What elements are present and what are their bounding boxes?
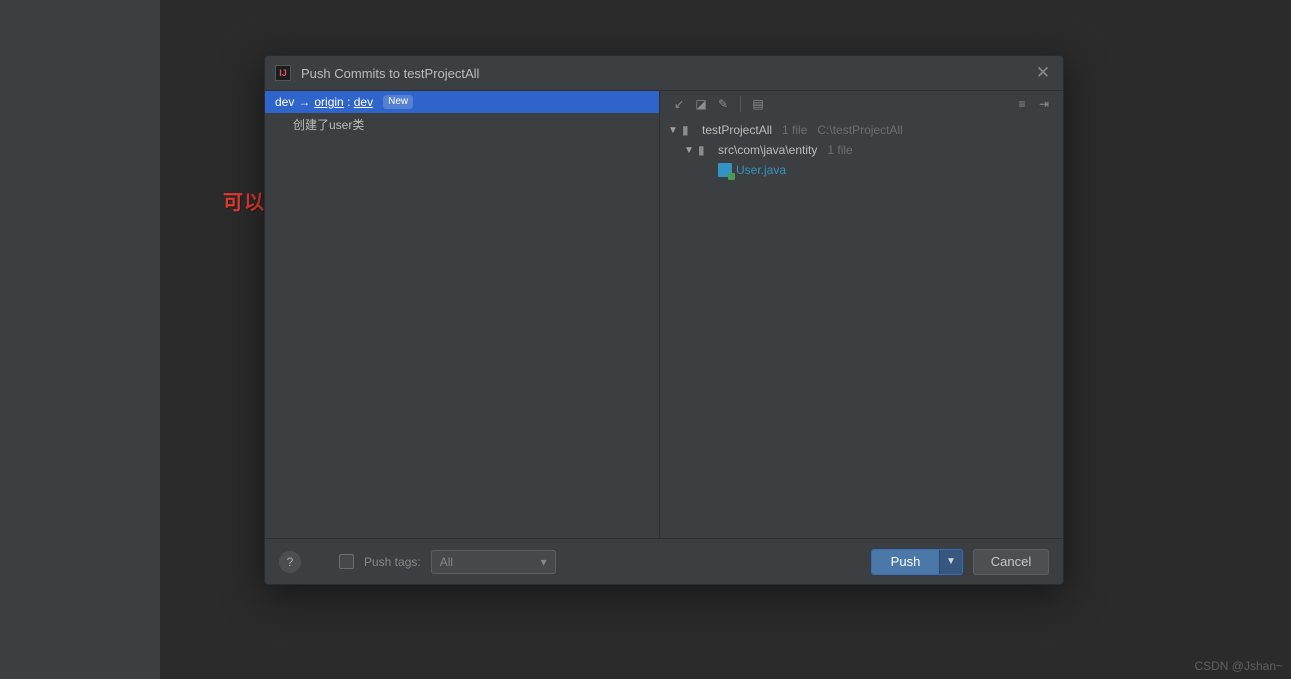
java-file-icon [718,163,732,177]
toolbar-btn-4[interactable]: ▤ [747,94,769,114]
root-file-count: 1 file [782,123,807,137]
target-branch-label[interactable]: dev [354,95,373,109]
intellij-icon: IJ [275,65,291,81]
ide-left-gutter [0,0,160,679]
chevron-down-icon[interactable] [668,125,678,136]
branch-selection-row[interactable]: dev → origin : dev New [265,91,659,113]
help-button[interactable]: ? [279,551,301,573]
push-tags-select[interactable]: All [431,550,556,574]
expand-all-icon[interactable]: ≡ [1011,94,1033,114]
push-button[interactable]: Push [872,550,940,574]
remote-label[interactable]: origin [314,95,343,109]
folder-icon: ▮ [682,123,698,137]
files-toolbar: ↙ ◪ ✎ ▤ ≡ ⇥ [660,91,1063,116]
files-pane: ↙ ◪ ✎ ▤ ≡ ⇥ ▮ testProjectAll 1 file C:\t… [660,91,1063,538]
toolbar-btn-1[interactable]: ↙ [668,94,690,114]
collapse-all-icon[interactable]: ⇥ [1033,94,1055,114]
dialog-title: Push Commits to testProjectAll [301,66,479,81]
package-name: src\com\java\entity [718,143,817,157]
push-dropdown-icon[interactable]: ▼ [940,550,962,574]
toolbar-btn-3[interactable]: ✎ [712,94,734,114]
push-tags-label: Push tags: [364,555,421,569]
arrow-icon: → [298,95,310,109]
commits-pane: dev → origin : dev New 创建了user类 [265,91,660,538]
chevron-down-icon[interactable] [684,145,694,156]
package-file-count: 1 file [827,143,852,157]
tree-package-row[interactable]: ▮ src\com\java\entity 1 file [668,140,1055,160]
tree-root-row[interactable]: ▮ testProjectAll 1 file C:\testProjectAl… [668,120,1055,140]
folder-icon: ▮ [698,143,714,157]
changed-files-tree: ▮ testProjectAll 1 file C:\testProjectAl… [660,116,1063,184]
new-branch-badge: New [383,95,413,109]
close-icon[interactable]: ✕ [1033,63,1053,83]
toolbar-btn-2[interactable]: ◪ [690,94,712,114]
cancel-button[interactable]: Cancel [973,549,1049,575]
commit-item[interactable]: 创建了user类 [265,113,659,136]
local-branch-label: dev [275,95,294,109]
push-commits-dialog: IJ Push Commits to testProjectAll ✕ dev … [264,55,1064,585]
toolbar-separator [740,96,741,112]
root-path: C:\testProjectAll [817,123,902,137]
push-tags-value: All [440,555,453,569]
push-split-button[interactable]: Push ▼ [871,549,963,575]
file-name: User.java [736,163,786,177]
dialog-body: dev → origin : dev New 创建了user类 ↙ ◪ ✎ ▤ … [265,90,1063,539]
dialog-titlebar[interactable]: IJ Push Commits to testProjectAll ✕ [265,56,1063,90]
csdn-watermark: CSDN @Jshan~ [1194,659,1283,673]
tree-file-row[interactable]: User.java [668,160,1055,180]
dialog-footer: ? Push tags: All Push ▼ Cancel [265,539,1063,584]
push-tags-checkbox[interactable] [339,554,354,569]
colon: : [344,95,354,109]
root-name: testProjectAll [702,123,772,137]
